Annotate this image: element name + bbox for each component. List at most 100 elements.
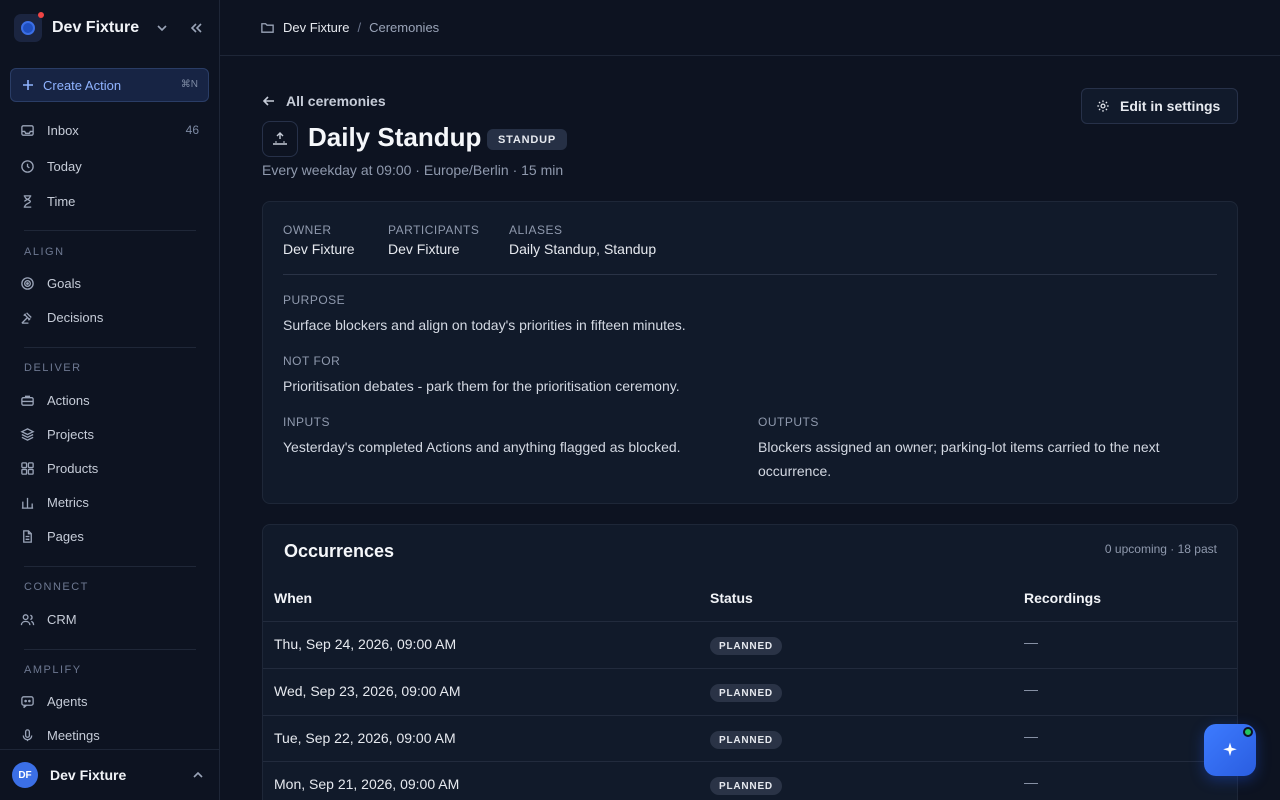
table-row[interactable]: Thu, Sep 24, 2026, 09:00 AM PLANNED — [263,621,1237,668]
breadcrumb-separator: / [357,20,362,35]
sidebar-divider [24,347,196,348]
user-menu[interactable]: DF Dev Fixture [0,749,219,800]
inbox-count: 46 [185,123,199,137]
sidebar-item-projects[interactable]: Projects [10,419,209,449]
sidebar-item-label: Decisions [47,309,104,325]
document-icon [23,529,32,543]
outputs-value: Blockers assigned an owner; parking-lot … [758,439,1160,479]
sidebar-item-meetings[interactable]: Meetings [10,720,209,750]
users-icon [20,613,35,625]
collapse-sidebar-icon[interactable] [188,20,204,36]
inbox-icon [21,124,34,136]
ceremony-details-card: OWNER Dev Fixture PARTICIPANTS Dev Fixtu… [262,201,1238,504]
column-header-when[interactable]: When [274,590,312,606]
bar-chart-icon [21,497,34,509]
sidebar-item-decisions[interactable]: Decisions [10,302,209,332]
clock-icon [21,159,34,173]
online-status-dot [1243,727,1253,737]
breadcrumb-current[interactable]: Ceremonies [369,20,439,35]
column-header-recordings[interactable]: Recordings [1024,590,1101,606]
create-action-label: Create Action [43,77,122,93]
sidebar-item-label: Inbox [47,122,79,138]
recordings-value: — [1024,728,1038,744]
layers-icon [20,427,35,441]
status-badge: PLANNED [710,777,782,795]
occurrence-when: Wed, Sep 23, 2026, 09:00 AM [274,683,461,699]
workspace-name: Dev Fixture [52,19,140,36]
sidebar-item-agents[interactable]: Agents [10,686,209,716]
sidebar-item-crm[interactable]: CRM [10,604,209,634]
gear-icon [1097,100,1109,112]
sidebar-item-pages[interactable]: Pages [10,521,209,551]
aliases-value: Daily Standup, Standup [509,241,657,257]
edit-in-settings-button[interactable]: Edit in settings [1081,88,1238,124]
workspace-switcher[interactable]: Dev Fixture [14,12,206,44]
column-header-status[interactable]: Status [710,590,753,606]
not-for-label: NOT FOR [283,354,341,368]
workspace-logo [14,12,44,42]
sidebar-item-today[interactable]: Today [10,151,209,181]
breadcrumb-workspace[interactable]: Dev Fixture [283,20,349,35]
sidebar-item-goals[interactable]: Goals [10,268,209,298]
arrow-left-icon [262,96,274,106]
sidebar-item-label: Pages [47,528,84,544]
avatar: DF [12,762,38,788]
gavel-icon [21,311,32,324]
chevron-up-icon [193,771,203,778]
sidebar-item-label: CRM [47,611,77,627]
status-badge: PLANNED [710,684,782,702]
page-title: Daily Standup [308,122,482,152]
owner-value: Dev Fixture [283,241,355,257]
status-badge: PLANNED [710,731,782,749]
table-row[interactable]: Mon, Sep 21, 2026, 09:00 AM PLANNED — [263,761,1237,800]
sidebar-item-label: Today [47,158,82,174]
section-label-connect: CONNECT [24,581,89,593]
sidebar-item-products[interactable]: Products [10,453,209,483]
not-for-value: Prioritisation debates - park them for t… [283,378,680,394]
briefcase-icon [21,395,34,406]
recordings-value: — [1024,634,1038,650]
aliases-label: ALIASES [509,223,563,237]
sidebar-item-label: Goals [47,275,81,291]
sidebar-item-inbox[interactable]: Inbox 46 [10,115,209,145]
sidebar-item-time[interactable]: Time [10,186,209,216]
sidebar-item-label: Products [47,460,99,476]
sidebar-item-label: Agents [47,693,88,709]
ceremony-type-badge: STANDUP [487,129,567,150]
notification-dot [38,12,44,18]
create-action-button[interactable]: Create Action ⌘N [10,68,209,102]
participants-label: PARTICIPANTS [388,223,480,237]
hourglass-icon [23,194,32,208]
recordings-value: — [1024,681,1038,697]
purpose-value: Surface blockers and align on today's pr… [283,317,686,333]
target-icon [21,276,34,290]
table-row[interactable]: Wed, Sep 23, 2026, 09:00 AM PLANNED — [263,668,1237,715]
sidebar-divider [24,566,196,567]
inputs-label: INPUTS [283,415,331,429]
microphone-icon [22,728,33,741]
ai-assistant-button[interactable] [1204,724,1256,776]
section-label-align: ALIGN [24,246,65,258]
occurrence-when: Mon, Sep 21, 2026, 09:00 AM [274,776,460,792]
sidebar-item-label: Actions [47,392,90,408]
occurrences-title: Occurrences [284,541,395,561]
sidebar-divider [24,649,196,650]
chevron-down-icon[interactable] [154,20,170,36]
ceremony-icon [262,121,298,157]
table-row[interactable]: Tue, Sep 22, 2026, 09:00 AM PLANNED — [263,715,1237,762]
sidebar-item-label: Projects [47,426,94,442]
sidebar-item-actions[interactable]: Actions [10,385,209,415]
occurrence-when: Tue, Sep 22, 2026, 09:00 AM [274,730,456,746]
sparkle-icon [1223,742,1237,757]
back-label: All ceremonies [286,93,386,109]
occurrences-card: Occurrences 0 upcoming · 18 past When St… [262,524,1238,800]
create-action-shortcut: ⌘N [180,79,198,90]
sunrise-icon [273,132,287,145]
outputs-label: OUTPUTS [758,415,819,429]
recordings-value: — [1024,774,1038,790]
back-to-ceremonies-link[interactable]: All ceremonies [262,93,386,109]
owner-label: OWNER [283,223,332,237]
sidebar-item-metrics[interactable]: Metrics [10,487,209,517]
chat-bot-icon [21,695,34,708]
status-badge: PLANNED [710,637,782,655]
